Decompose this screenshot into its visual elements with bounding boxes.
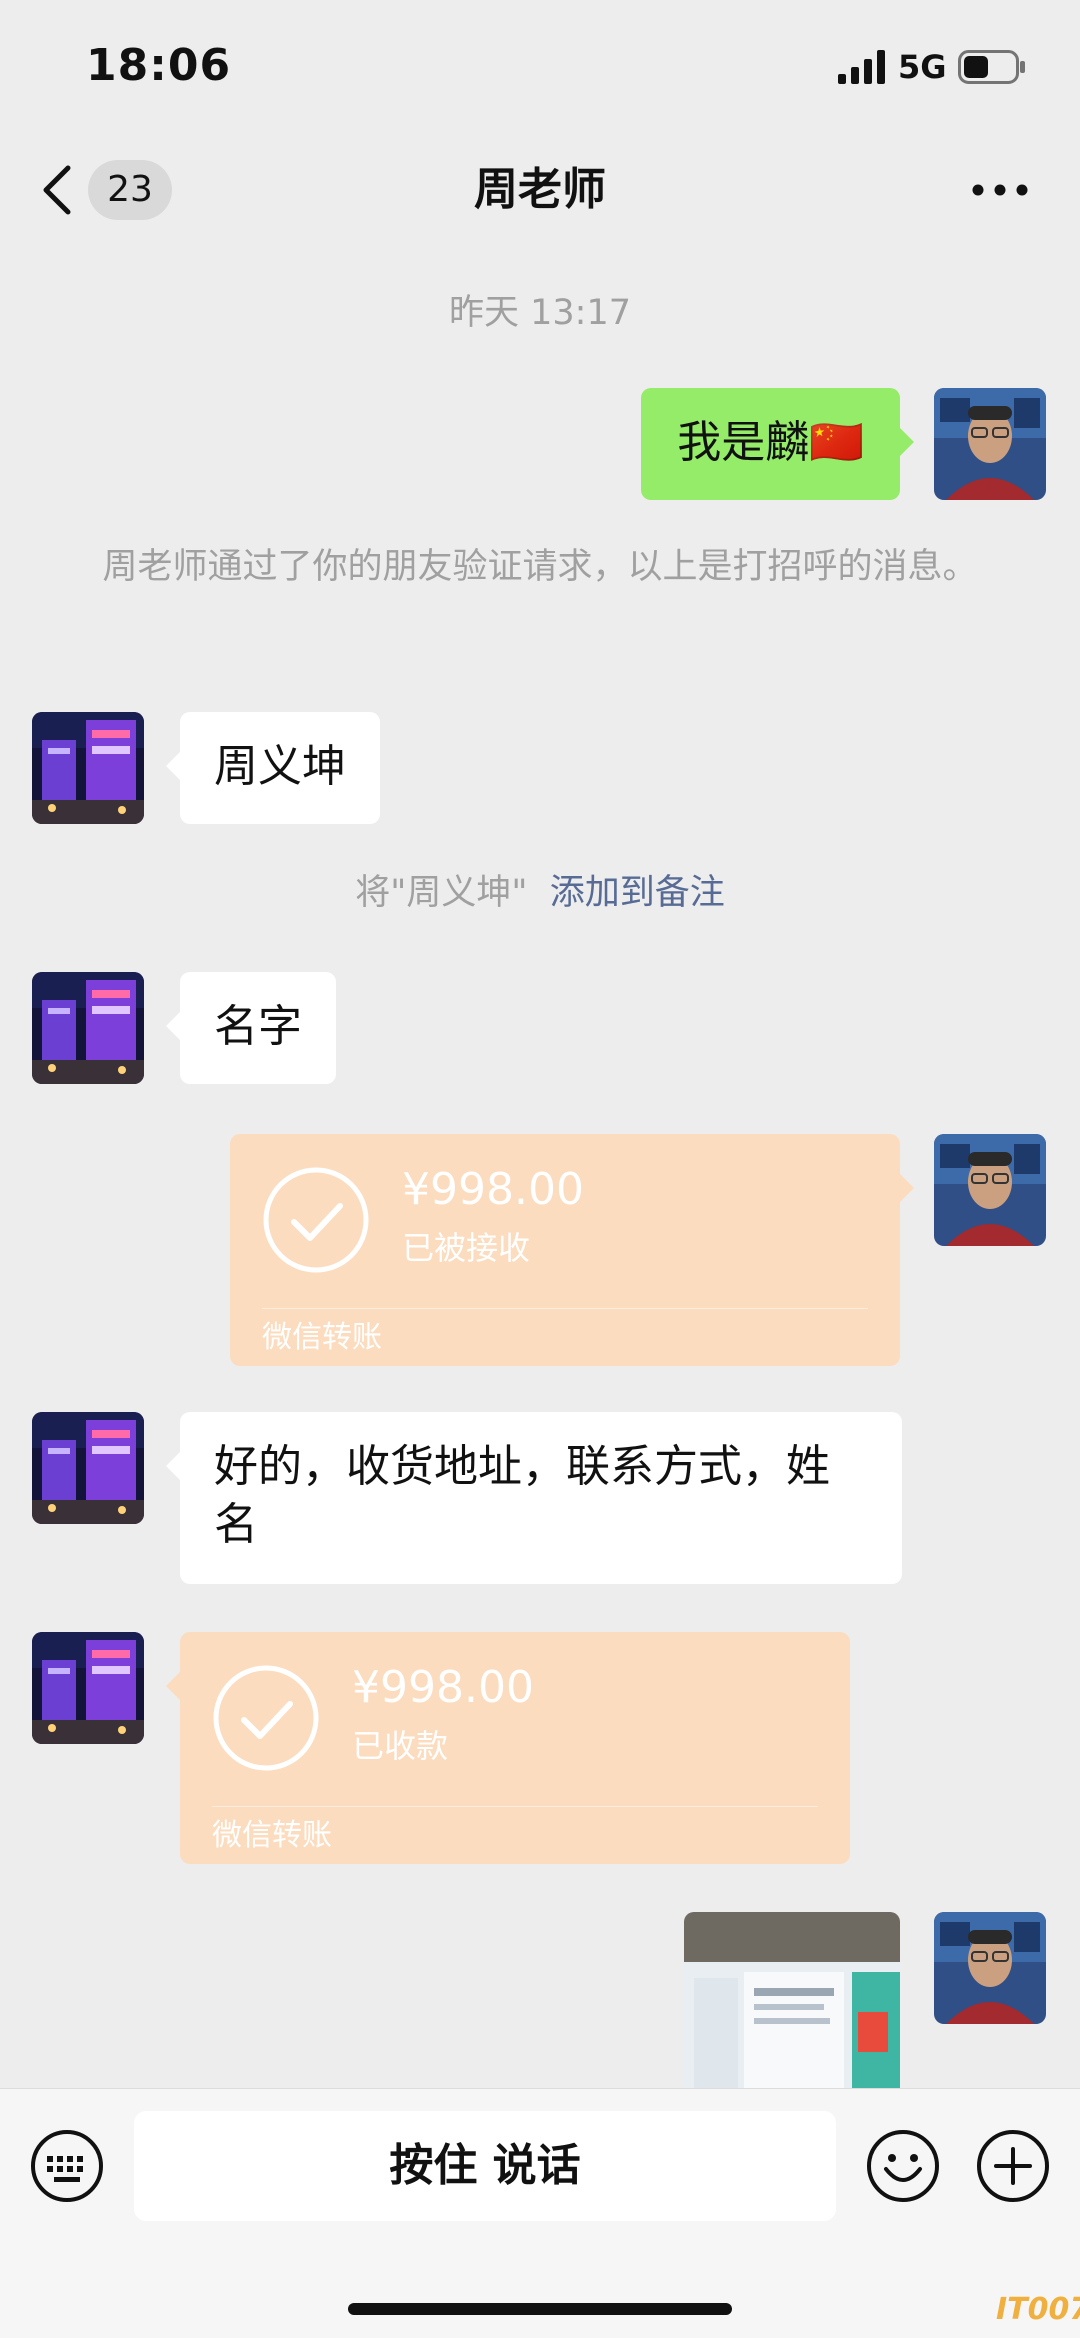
friend-verify-notice: 周老师通过了你的朋友验证请求，以上是打招呼的消息。 — [102, 547, 978, 587]
contact-avatar[interactable] — [32, 972, 144, 1084]
received-message-bubble[interactable]: 周义坤 — [166, 712, 380, 824]
sent-photo-message[interactable] — [684, 1912, 900, 2088]
check-circle-icon — [263, 1167, 369, 1273]
my-avatar[interactable] — [934, 388, 1046, 500]
my-avatar[interactable] — [934, 1134, 1046, 1246]
contact-avatar[interactable] — [32, 1412, 144, 1524]
status-bar: 18:06 5G — [0, 0, 1080, 130]
hold-to-talk-button[interactable]: 按住 说话 — [134, 2111, 836, 2221]
received-message-bubble[interactable]: 好的，收货地址，联系方式，姓名 — [166, 1412, 902, 1584]
keyboard-icon[interactable] — [30, 2129, 104, 2203]
transfer-brand-label: 微信转账 — [262, 1320, 382, 1355]
chat-header: 23 周老师 — [0, 150, 1080, 230]
contact-avatar[interactable] — [32, 712, 144, 824]
home-indicator — [348, 2303, 732, 2315]
back-arrow-icon[interactable] — [40, 164, 76, 216]
battery-icon — [958, 50, 1025, 84]
transfer-card-received[interactable]: ¥998.00 已收款 微信转账 — [166, 1632, 850, 1864]
add-remark-link[interactable]: 添加到备注 — [550, 873, 725, 913]
remark-text: 将"周义坤" — [355, 873, 528, 913]
transfer-status: 已收款 — [352, 1727, 449, 1765]
emoji-icon[interactable] — [866, 2129, 940, 2203]
transfer-amount: ¥998.00 — [352, 1662, 534, 1713]
unread-count-badge[interactable]: 23 — [88, 160, 172, 220]
signal-icon — [838, 50, 885, 84]
transfer-brand-label: 微信转账 — [212, 1818, 332, 1853]
divider — [212, 1806, 818, 1807]
message-text: 我是麟🇨🇳 — [677, 417, 864, 468]
message-timestamp: 昨天 13:17 — [449, 293, 631, 333]
plus-icon[interactable] — [976, 2129, 1050, 2203]
transfer-card-sent[interactable]: ¥998.00 已被接收 微信转账 — [230, 1134, 914, 1366]
sent-message-bubble[interactable]: 我是麟🇨🇳 — [641, 388, 914, 500]
status-time: 18:06 — [86, 40, 232, 91]
watermark: IT007 — [996, 2292, 1080, 2327]
message-text: 周义坤 — [214, 741, 346, 792]
message-text: 名字 — [214, 1001, 302, 1052]
check-circle-icon — [213, 1665, 319, 1771]
contact-avatar[interactable] — [32, 1632, 144, 1744]
transfer-amount: ¥998.00 — [402, 1164, 584, 1215]
received-message-bubble[interactable]: 名字 — [166, 972, 336, 1084]
my-avatar[interactable] — [934, 1912, 1046, 2024]
chat-input-bar: 按住 说话 — [0, 2088, 1080, 2338]
more-options-icon[interactable] — [970, 170, 1030, 210]
network-type: 5G — [898, 48, 947, 86]
remark-suggestion: 将"周义坤" 添加到备注 — [80, 862, 1000, 924]
message-text: 好的，收货地址，联系方式，姓名 — [214, 1441, 830, 1550]
transfer-status: 已被接收 — [402, 1229, 531, 1267]
divider — [262, 1308, 868, 1309]
